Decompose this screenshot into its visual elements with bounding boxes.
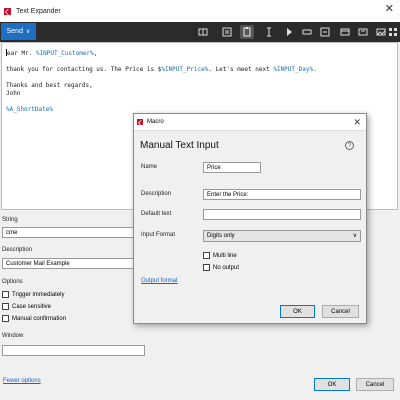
name-input[interactable]: Price [203, 162, 261, 173]
window-icon[interactable] [338, 25, 352, 39]
case-sensitive-checkbox[interactable]: Case sensitive [2, 303, 51, 310]
checkbox-label: Trigger immediately [12, 291, 65, 298]
default-text-input[interactable] [203, 209, 361, 220]
checkbox[interactable] [2, 315, 9, 322]
help-icon[interactable]: ? [345, 141, 354, 150]
book-icon[interactable] [196, 25, 210, 39]
trigger-immediately-checkbox[interactable]: Trigger immediately [2, 291, 64, 298]
name-label: Name [141, 164, 158, 170]
editor-text: , [93, 50, 98, 57]
editor-text: ear Mr. [7, 50, 36, 57]
checkbox-label: Case sensitive [12, 303, 52, 310]
input-format-value: Digits only [207, 233, 235, 239]
dialog-title: Macro [147, 119, 164, 125]
grid-icon[interactable] [388, 25, 398, 39]
default-text-label: Default text [141, 211, 172, 217]
app-logo-icon [137, 119, 143, 125]
variable-token: %INPUT_Day% [273, 66, 314, 73]
window-title: Text Expander [16, 7, 61, 15]
copy-icon[interactable] [220, 25, 234, 39]
input-format-label: Input Format [141, 232, 176, 238]
ok-button[interactable]: OK [314, 378, 350, 391]
list-icon[interactable] [318, 25, 332, 39]
variable-token: %INPUT_Customer% [35, 50, 94, 57]
chevron-down-icon: ∨ [25, 29, 31, 35]
checkbox[interactable] [2, 303, 9, 310]
window-label: Window [2, 333, 24, 339]
cursor-icon[interactable] [262, 25, 276, 39]
editor-text: John [6, 90, 21, 97]
close-window-button[interactable]: ✕ [385, 4, 394, 15]
variable-token: %A_ShortDate% [6, 106, 53, 113]
fewer-options-link[interactable]: Fewer options [3, 378, 41, 384]
macro-dialog: Macro ✕ Manual Text Input ? Name Price D… [133, 113, 367, 324]
dialog-cancel-button[interactable]: Cancel [322, 305, 359, 318]
checkbox-label: Multi line [213, 252, 237, 259]
input-icon[interactable] [300, 25, 314, 39]
keyboard-icon[interactable] [356, 25, 370, 39]
checkbox-label: No output [213, 264, 240, 271]
string-input[interactable]: cme [2, 227, 145, 238]
chevron-down-icon: ∨ [352, 233, 357, 239]
app-logo-icon [4, 7, 11, 15]
dialog-description-input[interactable]: Enter the Price: [203, 189, 361, 200]
toolbar: Send ∨ [0, 22, 400, 42]
cancel-button[interactable]: Cancel [356, 378, 394, 391]
checkbox[interactable] [2, 291, 9, 298]
checkbox-label: Manual confirmation [12, 315, 67, 322]
multi-line-checkbox[interactable]: Multi line [203, 252, 237, 259]
output-format-link[interactable]: Output format [141, 278, 178, 284]
title-bar: Text Expander ✕ [0, 0, 400, 22]
editor-text: . [313, 66, 317, 73]
options-label: Options [2, 279, 23, 285]
dialog-ok-button[interactable]: OK [280, 305, 315, 318]
dialog-close-button[interactable]: ✕ [353, 117, 361, 128]
variable-token: %INPUT_Price% [161, 66, 209, 73]
editor-text: . Let's meet next [208, 66, 274, 73]
dialog-title-bar: Macro [134, 114, 366, 131]
checkbox[interactable] [203, 252, 210, 259]
send-button[interactable]: Send ∨ [1, 23, 36, 40]
manual-confirmation-checkbox[interactable]: Manual confirmation [2, 315, 66, 322]
editor-text: Thanks and best regards, [6, 82, 93, 89]
description-label: Description [2, 247, 33, 253]
play-icon[interactable] [282, 25, 296, 39]
image-icon[interactable] [374, 25, 388, 39]
string-label: String [2, 217, 18, 223]
dialog-heading: Manual Text Input [140, 140, 219, 151]
clipboard-icon[interactable] [240, 25, 254, 39]
window-input[interactable] [2, 345, 145, 356]
checkbox[interactable] [203, 264, 210, 271]
editor-text: thank you for contacting us. The Price i… [6, 66, 162, 73]
no-output-checkbox[interactable]: No output [203, 264, 239, 271]
send-label: Send [6, 28, 23, 35]
description-input[interactable]: Customer Mail Example [2, 258, 145, 269]
dialog-description-label: Description [141, 191, 172, 197]
input-format-select[interactable]: Digits only ∨ [203, 230, 361, 242]
